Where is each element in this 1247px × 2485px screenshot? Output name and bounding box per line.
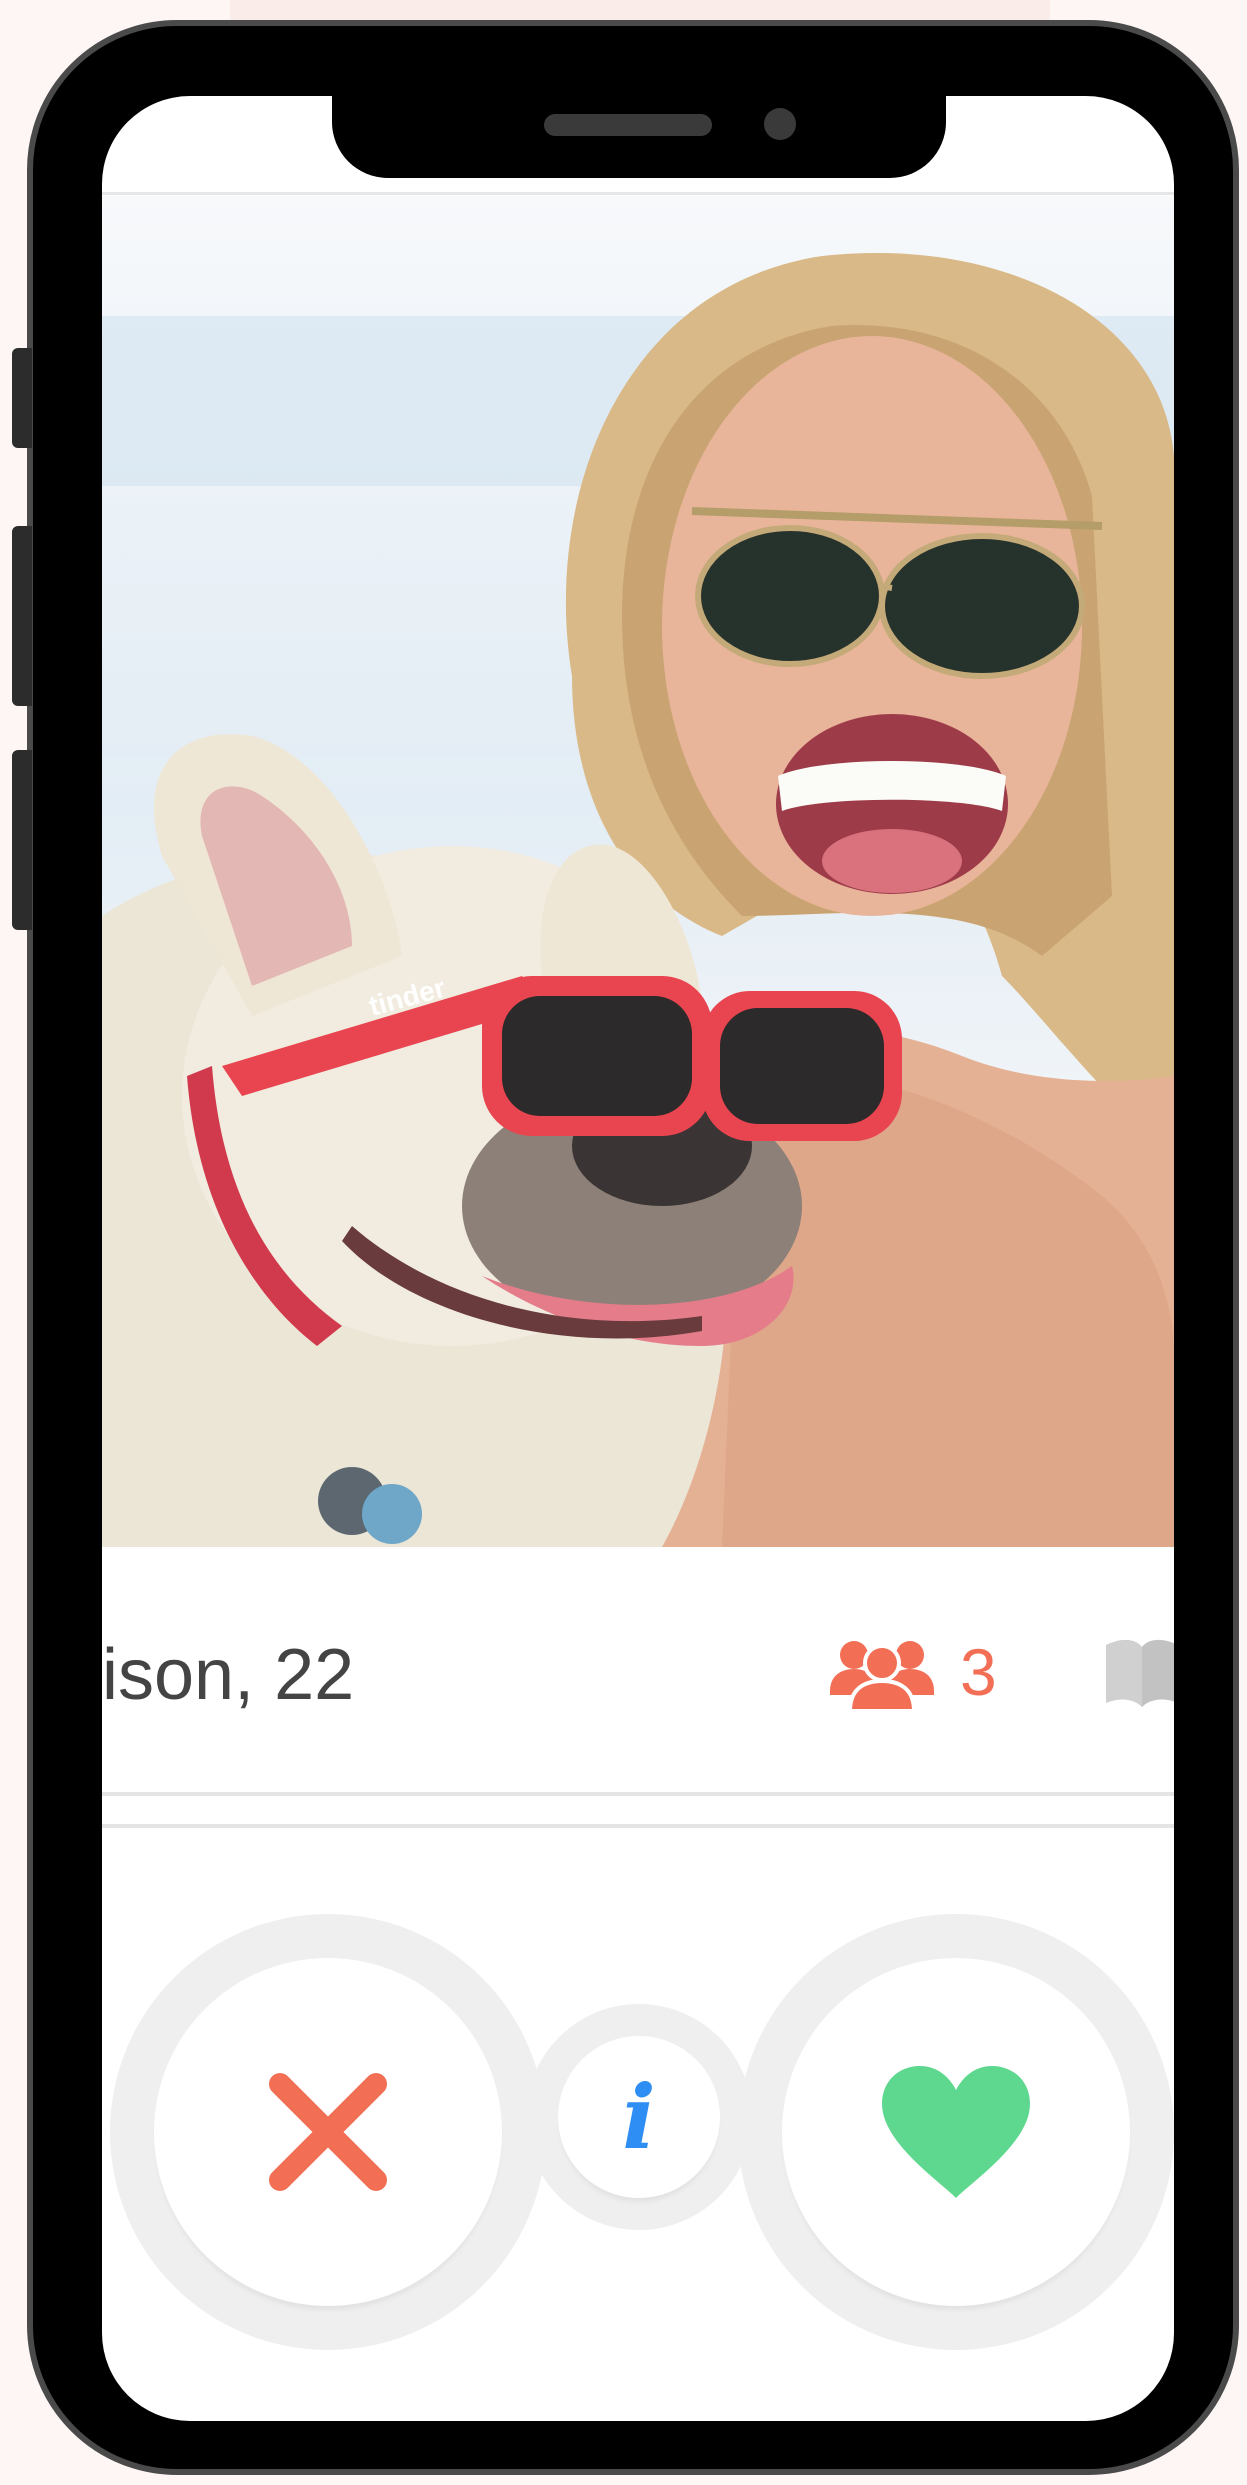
info-button[interactable]: i bbox=[558, 2036, 720, 2198]
volume-up-button bbox=[12, 526, 32, 706]
card-stack-divider bbox=[102, 1824, 1174, 1828]
phone-notch bbox=[332, 92, 946, 178]
app-screen: tinder ison, 22 3 i bbox=[102, 96, 1174, 2421]
profile-photo[interactable]: tinder bbox=[102, 196, 1174, 1547]
dislike-button[interactable] bbox=[154, 1958, 502, 2306]
interests-book-icon[interactable] bbox=[1102, 1631, 1174, 1711]
volume-down-button bbox=[12, 750, 32, 930]
mutual-friends-count: 3 bbox=[960, 1635, 997, 1709]
profile-info-bar[interactable]: ison, 22 3 bbox=[102, 1547, 1174, 1792]
front-camera bbox=[764, 108, 796, 140]
profile-name-age: ison, 22 bbox=[102, 1635, 355, 1715]
like-button[interactable] bbox=[782, 1958, 1130, 2306]
info-icon: i bbox=[622, 2065, 656, 2169]
header-divider bbox=[102, 192, 1174, 195]
mute-switch bbox=[12, 348, 32, 448]
close-x-icon bbox=[269, 2073, 387, 2191]
earpiece-speaker bbox=[544, 114, 712, 136]
card-bottom-divider bbox=[102, 1792, 1174, 1796]
profile-photo-illustration: tinder bbox=[102, 252, 1174, 1547]
heart-icon bbox=[882, 2066, 1030, 2198]
mutual-friends-icon bbox=[830, 1641, 934, 1711]
mutual-friends[interactable]: 3 bbox=[828, 1633, 997, 1711]
